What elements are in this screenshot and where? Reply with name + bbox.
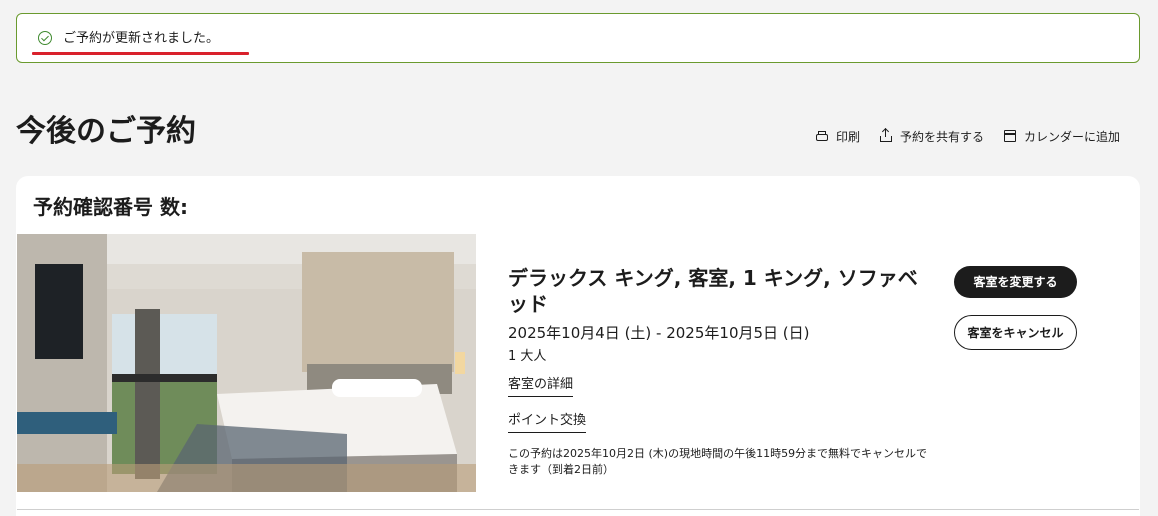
page-title: 今後のご予約 bbox=[16, 114, 196, 149]
printer-icon bbox=[816, 130, 828, 141]
confirmation-heading: 予約確認番号 数: bbox=[33, 195, 188, 219]
alert-underline bbox=[32, 52, 249, 55]
calendar-label: カレンダーに追加 bbox=[1024, 129, 1121, 144]
add-to-calendar-button[interactable]: カレンダーに追加 bbox=[1004, 126, 1120, 146]
share-label: 予約を共有する bbox=[900, 129, 985, 144]
change-room-button[interactable]: 客室を変更する bbox=[954, 266, 1077, 298]
share-button[interactable]: 予約を共有する bbox=[880, 126, 984, 146]
room-title: デラックス キング, 客室, 1 キング, ソファベッド bbox=[508, 266, 918, 316]
calendar-add-icon bbox=[1004, 130, 1016, 142]
success-alert: ご予約が更新されました。 bbox=[16, 13, 1140, 63]
check-circle-icon bbox=[38, 31, 52, 45]
redeem-points-link[interactable]: ポイント交換 bbox=[508, 412, 587, 433]
print-button[interactable]: 印刷 bbox=[816, 126, 860, 146]
print-label: 印刷 bbox=[836, 129, 861, 144]
cancellation-policy: この予約は2025年10月2日 (木)の現地時間の午後11時59分まで無料でキャ… bbox=[508, 447, 928, 476]
cancel-room-button[interactable]: 客室をキャンセル bbox=[954, 315, 1077, 350]
stay-dates: 2025年10月4日 (土) - 2025年10月5日 (日) bbox=[508, 324, 810, 342]
room-photo bbox=[17, 234, 476, 492]
section-divider bbox=[17, 509, 1139, 510]
alert-message: ご予約が更新されました。 bbox=[63, 31, 220, 46]
room-details-link[interactable]: 客室の詳細 bbox=[508, 376, 574, 397]
guest-count: 1 大人 bbox=[508, 349, 547, 364]
share-icon bbox=[880, 128, 892, 142]
